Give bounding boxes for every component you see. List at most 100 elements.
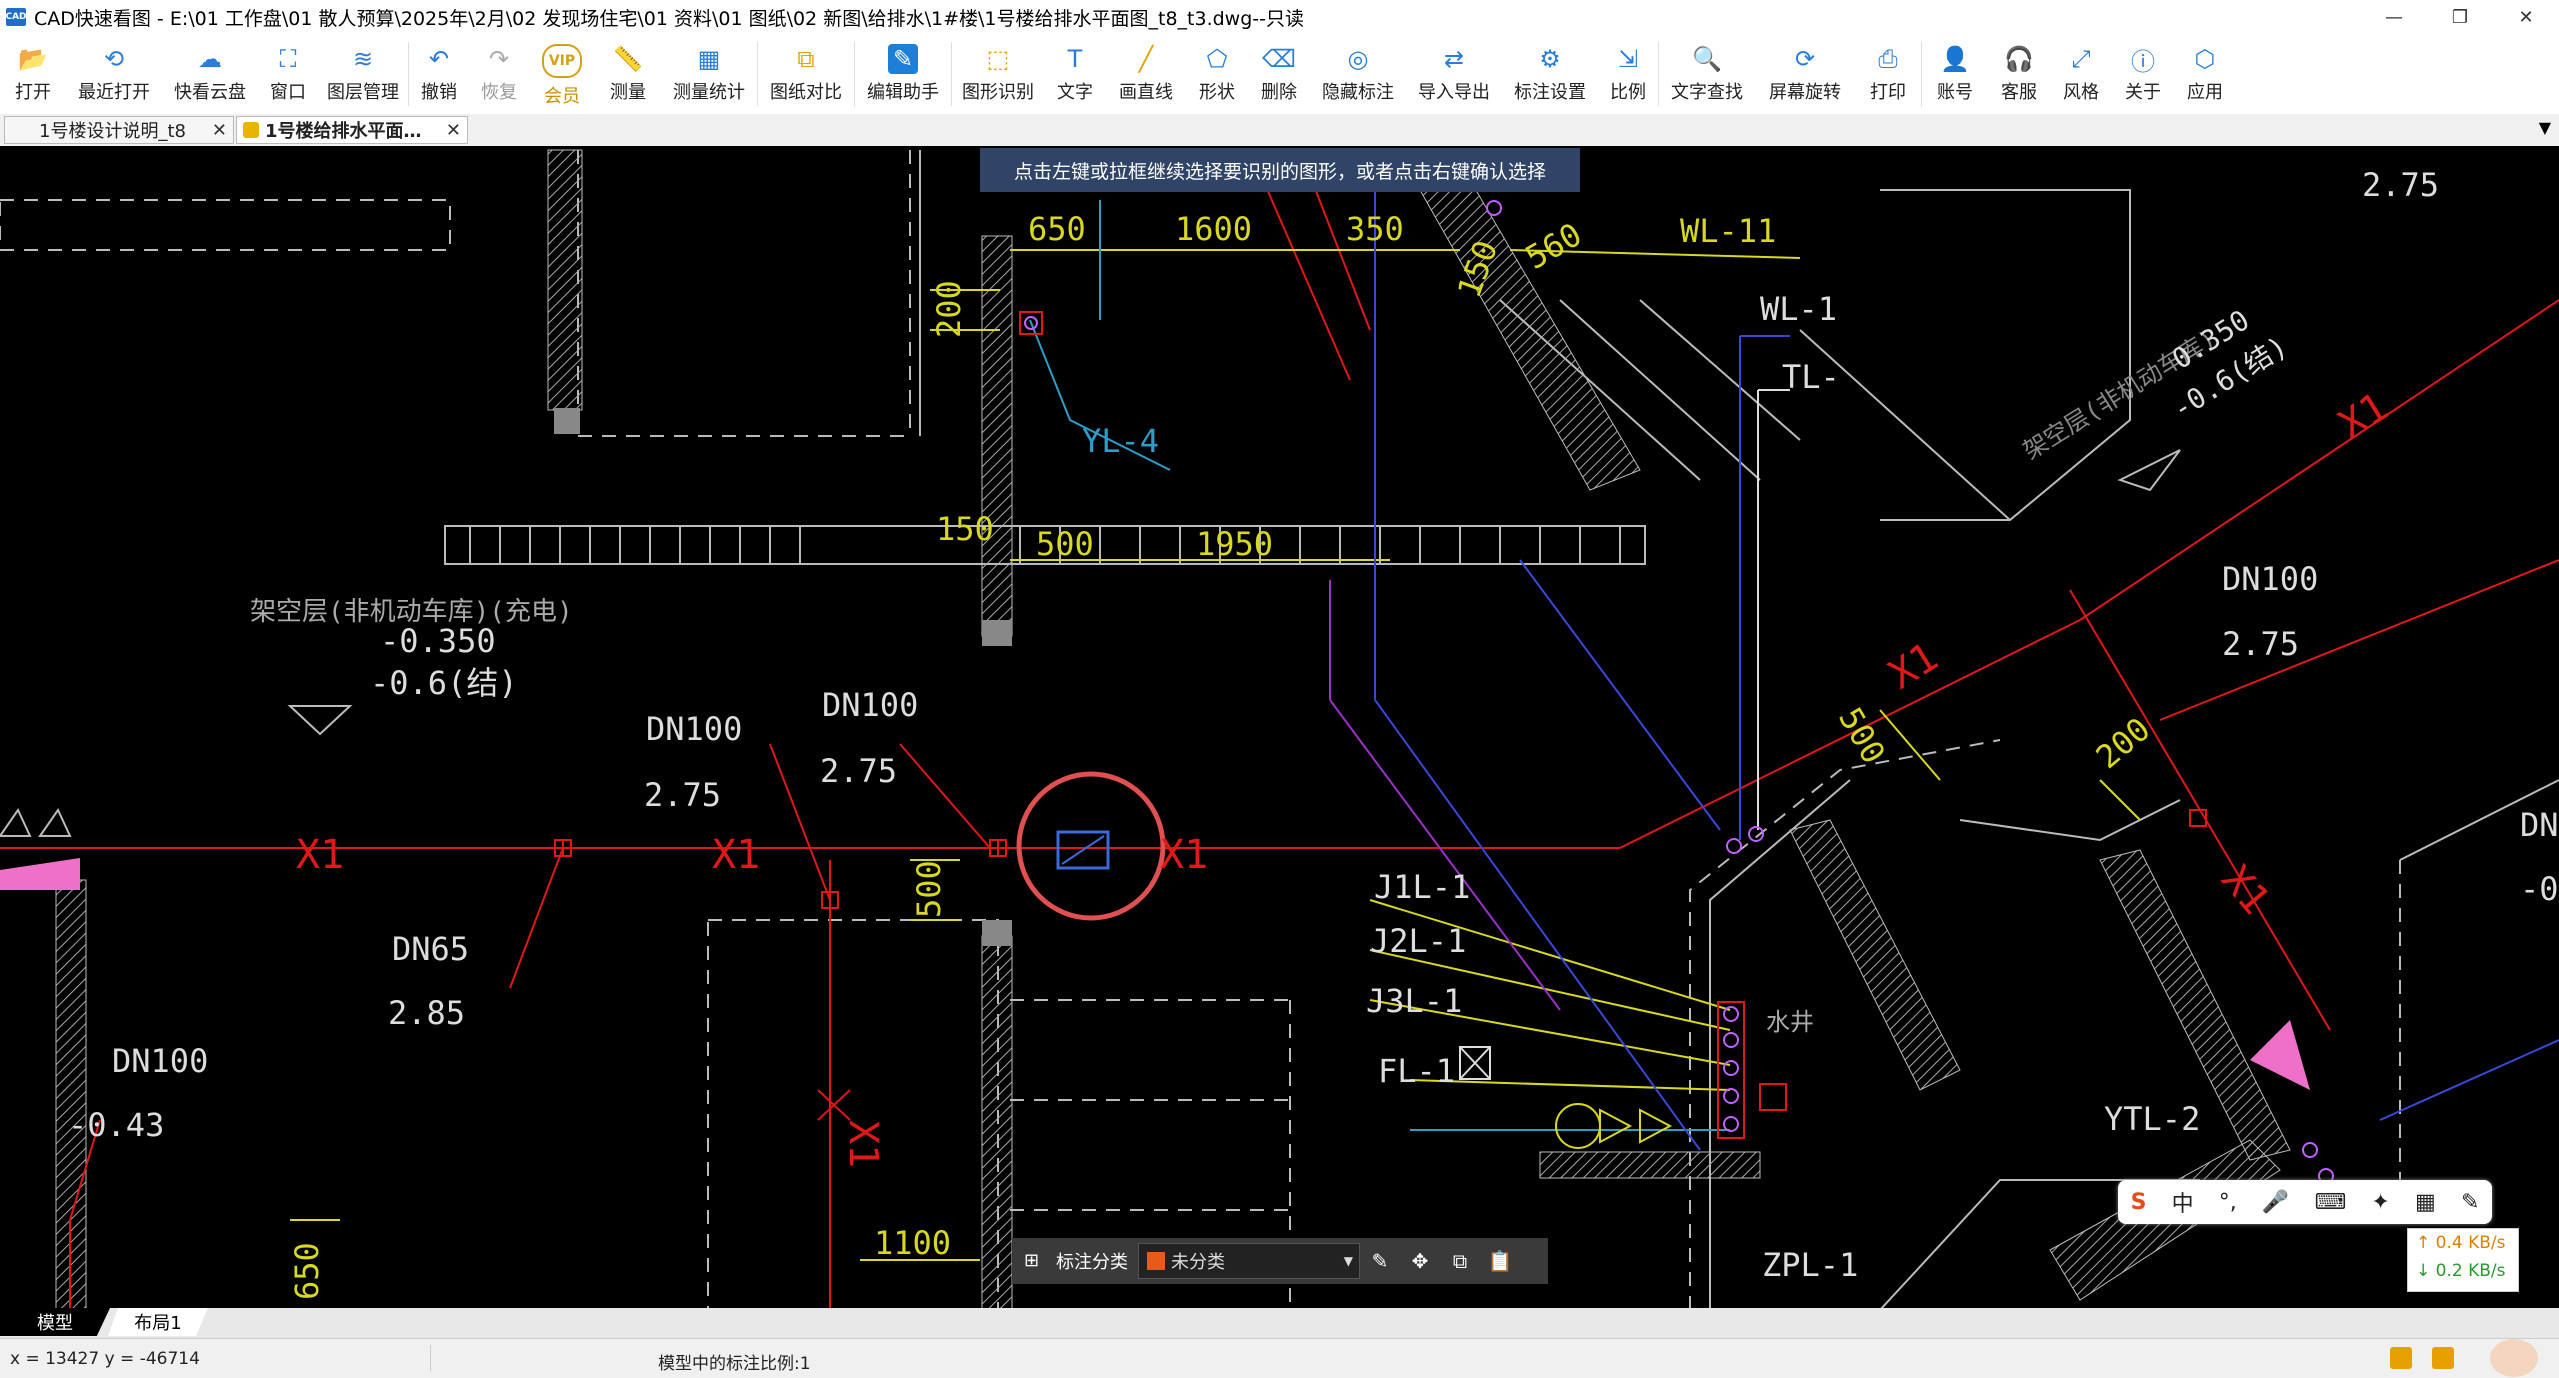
avatar[interactable] <box>2490 1339 2538 1377</box>
window-button[interactable]: ⛶ 窗口 <box>258 34 318 114</box>
export-icon[interactable] <box>2390 1347 2412 1369</box>
label-j1l1: J1L-1 <box>1374 868 1470 906</box>
close-window-button[interactable]: ✕ <box>2493 0 2559 34</box>
window-title: CAD快速看图 - E:\01 工作盘\01 散人预算\2025年\2月\02 … <box>34 7 1304 30</box>
document-tab-bar: 1号楼设计说明_t8 ✕ 1号楼给排水平面… ✕ ▼ <box>0 114 2559 147</box>
hatched-walls <box>55 149 2291 1308</box>
recent-open-button[interactable]: ⟲ 最近打开 <box>66 34 162 114</box>
selected-block[interactable] <box>1016 771 1166 921</box>
apps-button[interactable]: ⬡ 应用 <box>2174 34 2236 114</box>
white-risers <box>1757 389 1790 830</box>
edit-icon[interactable]: ✎ <box>1360 1249 1400 1273</box>
rotate-screen-button[interactable]: ⟳ 屏幕旋转 <box>1755 34 1855 114</box>
tab-layout1[interactable]: 布局1 <box>108 1308 208 1336</box>
cloud-drive-button[interactable]: ☁ 快看云盘 <box>162 34 258 114</box>
dim-500b: 500 <box>910 860 948 918</box>
status-bar: x = 13427 y = -46714 模型中的标注比例:1 <box>0 1338 2559 1378</box>
label-dn100-b: DN100 <box>822 686 918 724</box>
scale-icon: ⇲ <box>1617 45 1639 73</box>
ime-punctuation[interactable]: °, <box>2219 1190 2237 1215</box>
text-search-button[interactable]: 🔍 文字查找 <box>1659 34 1755 114</box>
about-button[interactable]: ⓘ 关于 <box>2112 34 2174 114</box>
drawing-canvas[interactable]: 650 1600 350 200 150 560 150 500 1950 50… <box>0 146 2559 1308</box>
cloud-icon: ☁ <box>198 45 222 73</box>
open-button[interactable]: 📂 打开 <box>0 34 66 114</box>
annotation-category-label: 标注分类 <box>1056 1252 1128 1273</box>
ime-chinese-toggle[interactable]: 中 <box>2172 1186 2194 1218</box>
label-dn65: DN65 <box>392 930 469 968</box>
label-x1-e: X1 <box>2331 384 2396 449</box>
account-button[interactable]: 👤 账号 <box>1922 34 1988 114</box>
restore-button[interactable]: ❐ <box>2427 0 2493 34</box>
layers-icon: ≋ <box>352 45 374 73</box>
tab-model[interactable]: 模型 <box>0 1308 110 1336</box>
label-x1-g: X1 <box>840 1120 886 1168</box>
hide-annotation-button[interactable]: ◎ 隐藏标注 <box>1310 34 1406 114</box>
microphone-icon[interactable]: 🎤 <box>2262 1190 2289 1215</box>
shape-button[interactable]: ⬠ 形状 <box>1186 34 1248 114</box>
tab-drainage-plan[interactable]: 1号楼给排水平面… ✕ <box>236 116 468 144</box>
close-icon[interactable]: ✕ <box>446 120 461 141</box>
drawing-compare-button[interactable]: ⧉ 图纸对比 <box>758 34 854 114</box>
vip-button[interactable]: VIP 会员 <box>529 34 595 114</box>
label-tl: TL- <box>1782 358 1840 396</box>
label-zpl1: ZPL-1 <box>1762 1246 1858 1284</box>
annotation-category-select[interactable]: 未分类 ▼ <box>1138 1243 1360 1279</box>
label-fl1: FL-1 <box>1378 1052 1455 1090</box>
grid-icon[interactable]: ⊞ <box>1024 1250 1046 1272</box>
grid-menu-icon[interactable]: ▦ <box>2415 1190 2436 1215</box>
ruler-icon: 📏 <box>613 45 643 73</box>
style-button[interactable]: ⤢ 风格 <box>2050 34 2112 114</box>
tab-list-dropdown[interactable]: ▼ <box>2539 118 2551 137</box>
style-icon: ⤢ <box>2071 45 2091 73</box>
dim-150: 150 <box>936 510 994 548</box>
annotation-settings-button[interactable]: ⚙ 标注设置 <box>1502 34 1598 114</box>
level-0-edge: -0 <box>2520 870 2559 908</box>
dim-1100: 1100 <box>874 1224 951 1262</box>
measure-stats-button[interactable]: ▦ 测量统计 <box>661 34 757 114</box>
skin-icon[interactable]: ✦ <box>2371 1190 2389 1215</box>
dim-1950: 1950 <box>1196 525 1273 563</box>
text-icon: T <box>1067 45 1083 73</box>
cursor-coordinates: x = 13427 y = -46714 <box>10 1349 200 1369</box>
selection-highlight-circle <box>1016 771 1166 921</box>
label-x1-a: X1 <box>296 832 344 878</box>
sogou-logo-icon[interactable]: S <box>2131 1190 2147 1215</box>
tab-design-notes[interactable]: 1号楼设计说明_t8 ✕ <box>4 116 234 144</box>
import-export-button[interactable]: ⇄ 导入导出 <box>1406 34 1502 114</box>
download-speed: ↓ 0.2 KB/s <box>2416 1261 2506 1281</box>
label-dn100-a: DN100 <box>646 710 742 748</box>
move-icon[interactable]: ✥ <box>1400 1249 1440 1273</box>
cad-drawing: 650 1600 350 200 150 560 150 500 1950 50… <box>0 149 2559 1308</box>
draw-line-button[interactable]: ╱ 画直线 <box>1106 34 1186 114</box>
undo-button[interactable]: ↶ 撤销 <box>409 34 469 114</box>
label-wl1: WL-1 <box>1760 290 1837 328</box>
paste-icon[interactable]: 📋 <box>1480 1249 1520 1273</box>
annotation-settings-icon: ⚙ <box>1539 45 1561 73</box>
label-j2l1: J2L-1 <box>1370 922 1466 960</box>
info-icon: ⓘ <box>2131 47 2155 76</box>
dim-200: 200 <box>930 280 968 338</box>
edit-assistant-button[interactable]: ✎ 编辑助手 <box>855 34 951 114</box>
measure-button[interactable]: 📏 测量 <box>595 34 661 114</box>
text-button[interactable]: T 文字 <box>1044 34 1106 114</box>
support-button[interactable]: 🎧 客服 <box>1988 34 2050 114</box>
level-275-d: 2.75 <box>820 752 897 790</box>
redo-button[interactable]: ↷ 恢复 <box>469 34 529 114</box>
dim-560: 560 <box>1519 215 1588 277</box>
print-button[interactable]: ⎙ 打印 <box>1855 34 1921 114</box>
toolbox-icon[interactable]: ✎ <box>2461 1190 2479 1215</box>
keyboard-icon[interactable]: ⌨ <box>2314 1190 2346 1215</box>
shape-recognition-icon: ⬚ <box>986 45 1010 73</box>
network-speed-widget: ↑ 0.4 KB/s ↓ 0.2 KB/s <box>2407 1228 2519 1292</box>
layer-manager-button[interactable]: ≋ 图层管理 <box>318 34 408 114</box>
delete-button[interactable]: ⌫ 删除 <box>1248 34 1310 114</box>
share-icon[interactable] <box>2432 1347 2454 1369</box>
close-icon[interactable]: ✕ <box>212 120 227 141</box>
shape-recognition-button[interactable]: ⬚ 图形识别 <box>952 34 1044 114</box>
scale-button[interactable]: ⇲ 比例 <box>1598 34 1658 114</box>
minimize-button[interactable]: — <box>2361 0 2427 34</box>
headset-icon: 🎧 <box>2004 45 2034 73</box>
copy-icon[interactable]: ⧉ <box>1440 1249 1480 1273</box>
dim-500: 500 <box>1036 525 1094 563</box>
